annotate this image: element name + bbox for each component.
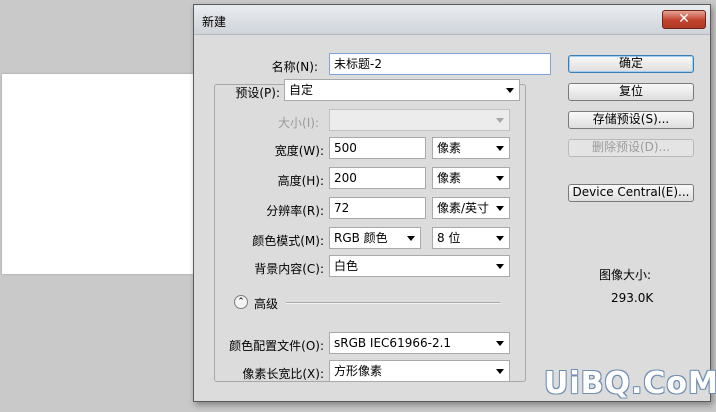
reset-button[interactable]: 复位 [568,83,694,101]
save-preset-button[interactable]: 存储预设(S)... [568,111,694,129]
chevron-down-icon [496,264,504,269]
color-mode-label: 颜色模式(M): [252,234,324,248]
resolution-input[interactable]: 72 [329,197,426,219]
resolution-unit-value: 像素/英寸 [437,201,490,215]
height-label: 高度(H): [277,174,324,188]
name-label: 名称(N): [271,60,318,74]
resolution-label: 分辨率(R): [266,204,324,218]
name-input[interactable]: 未标题-2 [329,53,551,75]
chevron-down-icon [407,236,415,241]
color-mode-select[interactable]: RGB 颜色 [329,227,421,249]
chevron-up-icon: ⌃ [237,297,245,307]
dialog-titlebar[interactable]: 新建 ✕ [194,5,710,35]
background-value: 白色 [334,259,359,273]
image-size-label: 图像大小: [599,268,652,282]
color-mode-value: RGB 颜色 [334,231,388,245]
width-input[interactable]: 500 [329,137,426,159]
pixel-aspect-value: 方形像素 [334,364,383,378]
chevron-down-icon [496,206,504,211]
chevron-down-icon [506,88,514,93]
size-select[interactable] [329,109,510,131]
chevron-down-icon [496,176,504,181]
preset-value: 自定 [289,83,314,97]
document-canvas [2,74,198,274]
device-central-button[interactable]: Device Central(E)... [568,184,694,202]
preset-label: 预设(P): [235,86,280,100]
new-document-dialog: 新建 ✕ 名称(N): 未标题-2 预设(P): 自定 大小(I): 宽度(W)… [193,4,711,402]
advanced-label: 高级 [254,297,279,311]
dialog-body: 名称(N): 未标题-2 预设(P): 自定 大小(I): 宽度(W): 500… [194,36,710,401]
color-profile-select[interactable]: sRGB IEC61966-2.1 [329,332,510,354]
size-label: 大小(I): [278,116,319,130]
bit-depth-value: 8 位 [437,231,461,245]
delete-preset-button[interactable]: 删除预设(D)... [568,139,694,157]
pixel-aspect-label: 像素长宽比(X): [242,367,324,381]
pixel-aspect-select[interactable]: 方形像素 [329,360,510,382]
advanced-toggle-button[interactable]: ⌃ [234,295,248,309]
chevron-down-icon [496,118,504,123]
close-icon: ✕ [678,11,690,27]
color-profile-value: sRGB IEC61966-2.1 [334,336,452,350]
close-button[interactable]: ✕ [662,10,706,29]
width-unit-value: 像素 [437,141,462,155]
chevron-down-icon [496,236,504,241]
resolution-unit-select[interactable]: 像素/英寸 [432,197,510,219]
chevron-down-icon [496,146,504,151]
height-unit-select[interactable]: 像素 [432,167,510,189]
chevron-down-icon [496,341,504,346]
width-unit-select[interactable]: 像素 [432,137,510,159]
advanced-divider [286,302,500,304]
dialog-title: 新建 [202,15,227,29]
preset-select[interactable]: 自定 [284,79,520,101]
image-size-value: 293.0K [611,291,654,305]
height-input[interactable]: 200 [329,167,426,189]
bit-depth-select[interactable]: 8 位 [432,227,510,249]
chevron-down-icon [496,369,504,374]
site-watermark: UiBQ.CoM [544,366,716,401]
ok-button[interactable]: 确定 [568,55,694,73]
color-profile-label: 颜色配置文件(O): [229,339,324,353]
height-unit-value: 像素 [437,171,462,185]
background-label: 背景内容(C): [254,262,324,276]
width-label: 宽度(W): [274,144,324,158]
background-select[interactable]: 白色 [329,255,510,277]
